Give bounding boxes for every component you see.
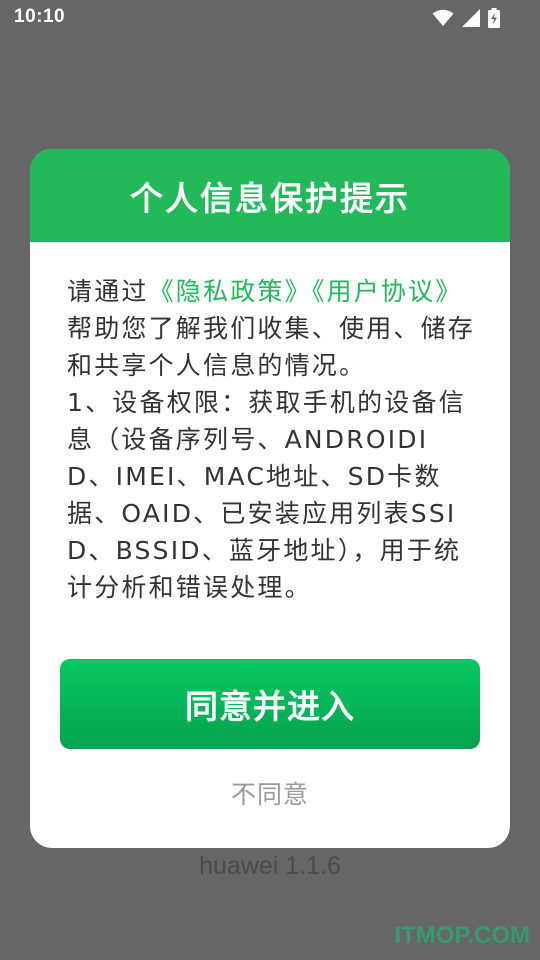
privacy-dialog: 个人信息保护提示 请通过《隐私政策》《用户协议》帮助您了解我们收集、使用、储存和… bbox=[30, 149, 510, 848]
dialog-title: 个人信息保护提示 bbox=[130, 178, 410, 218]
status-icons bbox=[432, 8, 500, 28]
version-text: huawei 1.1.6 bbox=[199, 852, 341, 880]
watermark-logo: ITMOP.COM bbox=[394, 922, 530, 949]
wifi-icon bbox=[432, 9, 454, 27]
privacy-policy-link[interactable]: 《隐私政策》 bbox=[149, 277, 312, 306]
disagree-button[interactable]: 不同意 bbox=[30, 775, 510, 811]
user-agreement-link[interactable]: 《用户协议》 bbox=[312, 277, 463, 306]
signal-icon bbox=[462, 9, 480, 27]
status-time: 10:10 bbox=[14, 6, 66, 27]
dialog-body-text[interactable]: 请通过《隐私政策》《用户协议》帮助您了解我们收集、使用、储存和共享个人信息的情况… bbox=[67, 273, 475, 635]
agree-button[interactable]: 同意并进入 bbox=[60, 659, 480, 749]
dialog-header: 个人信息保护提示 bbox=[30, 149, 510, 242]
battery-charging-icon bbox=[488, 8, 500, 28]
permission-item-1: 1、设备权限：获取手机的设备信息（设备序列号、ANDROIDID、IMEI、MA… bbox=[67, 388, 466, 602]
screen: 10:10 个人信息保护提示 请通过《隐私政策》《用户协议》帮助您了解我们收集、… bbox=[0, 0, 540, 960]
intro-suffix: 帮助您了解我们收集、使用、储存和共享个人信息的情况。 bbox=[67, 314, 475, 380]
intro-prefix: 请通过 bbox=[67, 277, 149, 306]
status-bar: 10:10 bbox=[0, 0, 540, 36]
